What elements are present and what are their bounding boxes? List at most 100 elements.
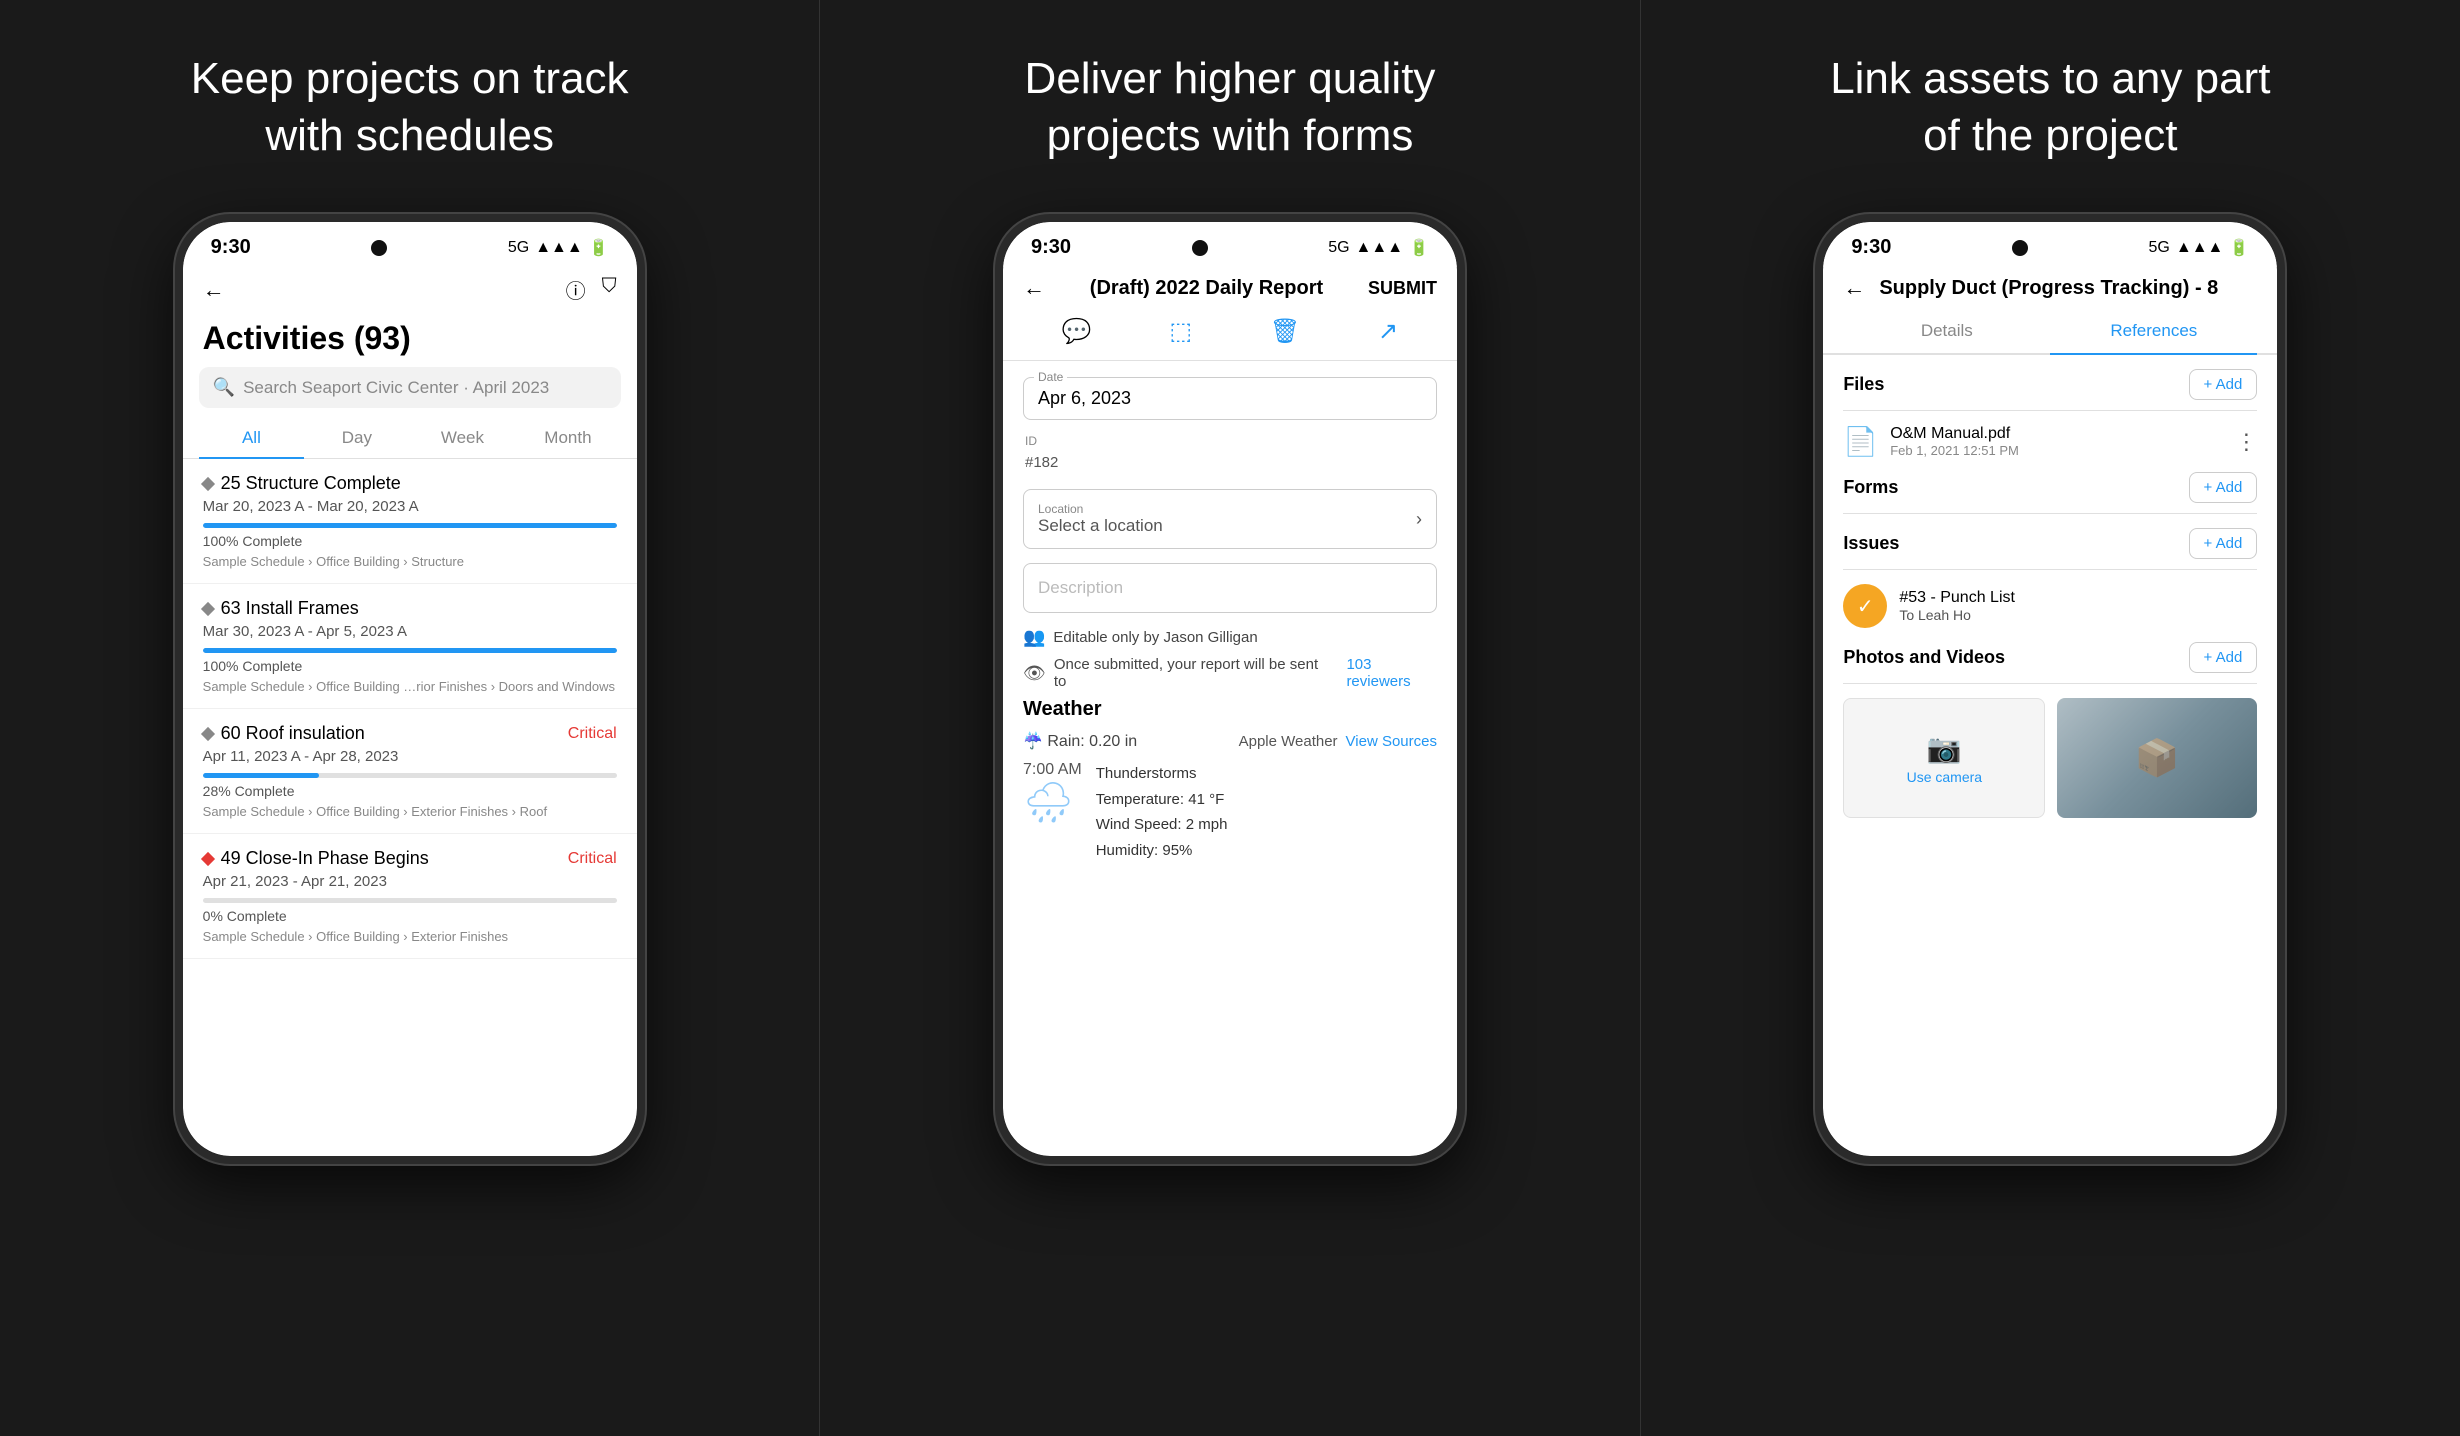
- back-icon-3[interactable]: ←: [1843, 275, 1865, 301]
- activity-3-header: 60 Roof insulation Critical: [203, 723, 617, 744]
- tab-details[interactable]: Details: [1843, 313, 2050, 353]
- activity-item[interactable]: 49 Close-In Phase Begins Critical Apr 21…: [183, 834, 637, 959]
- share-icon[interactable]: ↗: [1378, 317, 1398, 346]
- activity-1-breadcrumb: Sample Schedule › Office Building › Stru…: [203, 554, 617, 569]
- filter-icon-1[interactable]: ⛉: [602, 275, 617, 304]
- issues-add-button[interactable]: + Add: [2189, 528, 2258, 559]
- activity-1-dot: [201, 477, 215, 491]
- photo-thumbnail[interactable]: [2057, 698, 2257, 818]
- weather-title: Weather: [1023, 698, 1437, 721]
- signal-bars-1: ▲▲▲: [535, 239, 583, 257]
- location-field[interactable]: Location Select a location ›: [1023, 489, 1437, 549]
- activity-item[interactable]: 63 Install Frames Mar 30, 2023 A - Apr 5…: [183, 584, 637, 709]
- files-add-button[interactable]: + Add: [2189, 369, 2258, 400]
- battery-icon-3: 🔋: [2229, 238, 2249, 258]
- camera-dot-2: [1192, 240, 1208, 256]
- date-label: Date: [1034, 370, 1067, 384]
- files-title: Files: [1843, 374, 1884, 395]
- issues-section-header: Issues + Add: [1843, 528, 2257, 559]
- issue-item[interactable]: ✓ #53 - Punch List To Leah Ho: [1843, 584, 2257, 628]
- search-icon-1: 🔍: [213, 377, 235, 398]
- delete-icon[interactable]: 🗑: [1270, 317, 1300, 346]
- battery-icon-2: 🔋: [1409, 238, 1429, 258]
- back-icon-2[interactable]: ←: [1023, 275, 1045, 301]
- activity-4-title: 49 Close-In Phase Begins: [203, 848, 429, 869]
- use-camera-button[interactable]: 📷 Use camera: [1843, 698, 2045, 818]
- description-field[interactable]: Description: [1023, 563, 1437, 613]
- submit-button[interactable]: SUBMIT: [1368, 278, 1437, 299]
- tab-all[interactable]: All: [199, 420, 305, 458]
- forms-add-button[interactable]: + Add: [2189, 472, 2258, 503]
- activity-item[interactable]: 25 Structure Complete Mar 20, 2023 A - M…: [183, 459, 637, 584]
- tab-day[interactable]: Day: [304, 420, 410, 458]
- file-item[interactable]: 📄 O&M Manual.pdf Feb 1, 2021 12:51 PM ⋮: [1843, 425, 2257, 458]
- activities-title: Activities (93): [183, 316, 637, 367]
- issue-title: #53 - Punch List: [1899, 589, 2015, 607]
- report-action-icons: 💬 ⬚ 🗑 ↗: [1003, 313, 1457, 361]
- copy-icon[interactable]: ⬚: [1169, 317, 1192, 346]
- phone-time-1: 9:30: [211, 236, 251, 259]
- panel-1-title: Keep projects on track with schedules: [191, 50, 629, 164]
- activity-4-header: 49 Close-In Phase Begins Critical: [203, 848, 617, 869]
- photos-add-button[interactable]: + Add: [2189, 642, 2258, 673]
- activity-2-progress-label: 100% Complete: [203, 658, 617, 674]
- phone-frame-1: 9:30 5G ▲▲▲ 🔋 ← ⓘ ⛉ Activities: [175, 214, 645, 1164]
- file-name: O&M Manual.pdf: [1890, 425, 2223, 443]
- activity-4-progress-label: 0% Complete: [203, 908, 617, 924]
- person-icon: 👥: [1023, 627, 1045, 648]
- weather-time: 7:00 AM: [1023, 761, 1082, 779]
- asset-body: Files + Add 📄 O&M Manual.pdf Feb 1, 2021…: [1823, 355, 2277, 1156]
- activities-tabs: All Day Week Month: [183, 420, 637, 459]
- editable-info-row: 👥 Editable only by Jason Gilligan: [1023, 627, 1437, 648]
- editable-by-text: Editable only by Jason Gilligan: [1053, 629, 1257, 646]
- activity-2-breadcrumb: Sample Schedule › Office Building …rior …: [203, 679, 617, 694]
- asset-header: ← Supply Duct (Progress Tracking) - 8: [1823, 267, 2277, 313]
- info-icon-1[interactable]: ⓘ: [566, 275, 586, 304]
- issue-assignee: To Leah Ho: [1899, 607, 2015, 623]
- camera-dot-1: [371, 240, 387, 256]
- issues-divider: [1843, 569, 2257, 570]
- activity-2-date: Mar 30, 2023 A - Apr 5, 2023 A: [203, 623, 617, 640]
- activity-2-progress-fill: [203, 648, 617, 653]
- file-info: O&M Manual.pdf Feb 1, 2021 12:51 PM: [1890, 425, 2223, 458]
- weather-info: Thunderstorms Temperature: 41 °F Wind Sp…: [1096, 761, 1228, 863]
- photos-divider: [1843, 683, 2257, 684]
- status-icons-1: 5G ▲▲▲ 🔋: [508, 238, 609, 258]
- camera-icon: 📷: [1927, 732, 1962, 765]
- rain-label: ☔ Rain: 0.20 in: [1023, 731, 1137, 751]
- status-bar-3: 9:30 5G ▲▲▲ 🔋: [1823, 222, 2277, 267]
- activity-2-progress-bar: [203, 648, 617, 653]
- tab-references[interactable]: References: [2050, 313, 2257, 353]
- report-body: Date Apr 6, 2023 ID #182 Location Select…: [1003, 361, 1457, 1156]
- date-field[interactable]: Date Apr 6, 2023: [1023, 377, 1437, 420]
- search-bar-1[interactable]: 🔍 Search Seaport Civic Center · April 20…: [199, 367, 621, 408]
- more-options-icon[interactable]: ⋮: [2235, 429, 2257, 455]
- back-icon-1[interactable]: ←: [203, 277, 225, 303]
- activity-1-date: Mar 20, 2023 A - Mar 20, 2023 A: [203, 498, 617, 515]
- report-title: (Draft) 2022 Daily Report: [1045, 277, 1368, 300]
- activity-3-progress-bar: [203, 773, 617, 778]
- activity-1-progress-bar: [203, 523, 617, 528]
- apple-weather-label: Apple Weather: [1239, 733, 1338, 750]
- issues-title: Issues: [1843, 533, 1899, 554]
- status-bar-1: 9:30 5G ▲▲▲ 🔋: [183, 222, 637, 267]
- activity-1-header: 25 Structure Complete: [203, 473, 617, 494]
- tab-week[interactable]: Week: [410, 420, 516, 458]
- activity-3-progress-label: 28% Complete: [203, 783, 617, 799]
- view-sources-link[interactable]: View Sources: [1346, 733, 1437, 750]
- reviewers-link[interactable]: 103 reviewers: [1346, 656, 1437, 690]
- header-icons-1: ⓘ ⛉: [566, 275, 617, 304]
- panel-3-title: Link assets to any part of the project: [1830, 50, 2270, 164]
- use-camera-label: Use camera: [1907, 769, 1982, 785]
- comment-icon[interactable]: 💬: [1062, 317, 1092, 346]
- temperature-value: Temperature: 41 °F: [1096, 787, 1228, 813]
- activity-2-dot: [201, 602, 215, 616]
- location-label: Location: [1038, 502, 1163, 516]
- tab-month[interactable]: Month: [515, 420, 621, 458]
- date-value: Apr 6, 2023: [1038, 388, 1422, 409]
- activity-item[interactable]: 60 Roof insulation Critical Apr 11, 2023…: [183, 709, 637, 834]
- phone-time-3: 9:30: [1851, 236, 1891, 259]
- activities-list: 25 Structure Complete Mar 20, 2023 A - M…: [183, 459, 637, 1156]
- weather-row: ☔ Rain: 0.20 in Apple Weather View Sourc…: [1023, 731, 1437, 751]
- activity-4-critical: Critical: [568, 850, 617, 868]
